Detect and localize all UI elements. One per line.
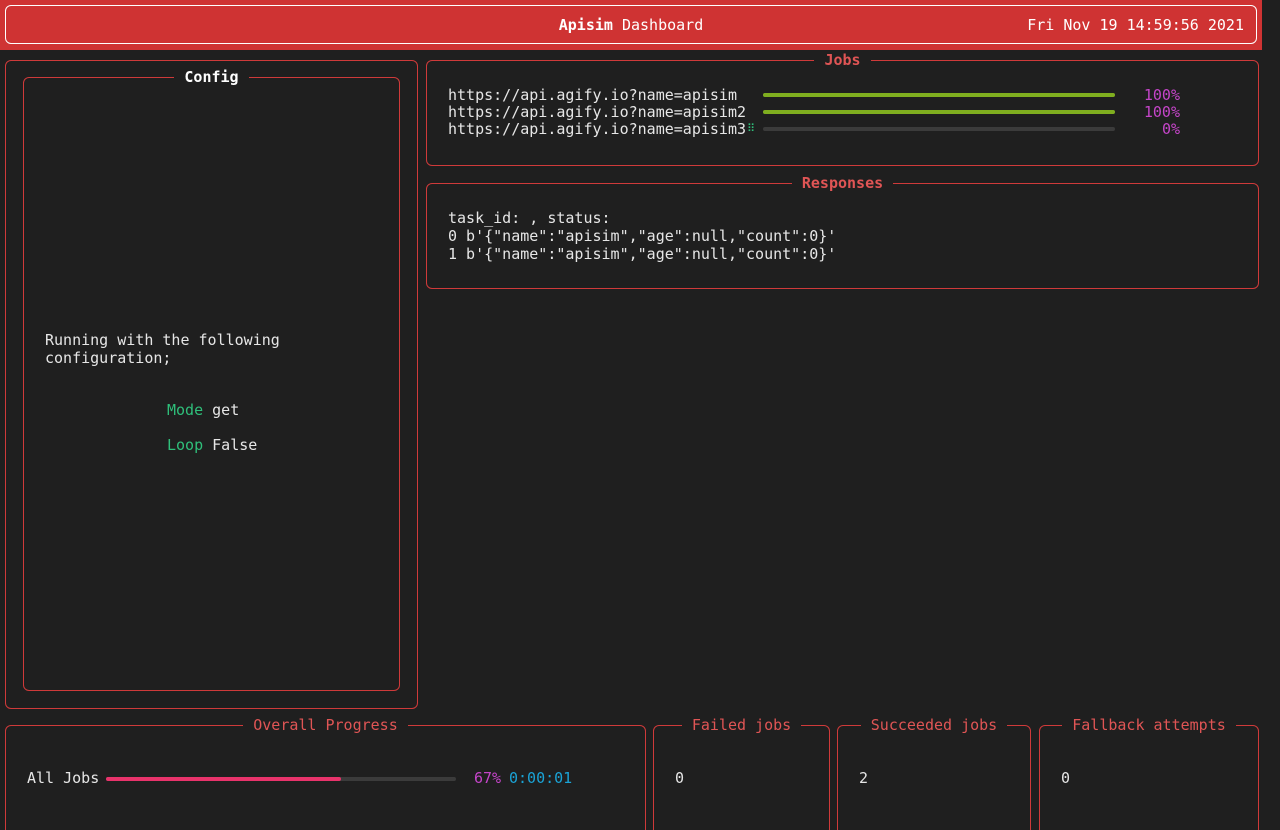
overall-elapsed-time: 0:00:01 — [509, 769, 573, 787]
job-progress-fill — [763, 110, 1115, 114]
overall-label: All Jobs — [27, 769, 100, 787]
config-mode-key: Mode — [167, 401, 204, 419]
config-outer-panel: Config Running with the following config… — [5, 60, 418, 709]
config-title: Config — [24, 67, 399, 87]
job-percent: 100% — [1143, 103, 1180, 121]
jobs-panel: Jobs https://api.agify.io?name=apisim 10… — [426, 51, 1259, 166]
job-spinner-icon: ⠿ — [747, 122, 756, 135]
config-mode-value: get — [212, 401, 240, 419]
app-title-bold: Apisim — [558, 16, 613, 34]
apisim-dashboard: Apisim Dashboard Fri Nov 19 14:59:56 202… — [0, 0, 1280, 830]
app-title-rest: Dashboard — [612, 16, 704, 34]
job-url: https://api.agify.io?name=apisim3 — [448, 120, 747, 138]
response-line: 0 b'{"name":"apisim","age":null,"count":… — [448, 227, 837, 245]
header-clock: Fri Nov 19 14:59:56 2021 — [1027, 16, 1244, 34]
job-url: https://api.agify.io?name=apisim — [448, 86, 737, 104]
overall-progress-panel: Overall Progress All Jobs 67% 0:00:01 — [5, 716, 646, 830]
failed-jobs-panel: Failed jobs 0 — [653, 716, 830, 830]
header-frame: Apisim Dashboard Fri Nov 19 14:59:56 202… — [5, 5, 1257, 44]
overall-percent: 67% — [474, 769, 502, 787]
config-description-line2: configuration; — [45, 349, 172, 367]
fallback-attempts-title: Fallback attempts — [1040, 715, 1258, 735]
job-percent: 100% — [1143, 86, 1180, 104]
config-description: Running with the following configuration… — [45, 331, 280, 367]
overall-progress-bar — [106, 777, 456, 781]
overall-progress-title: Overall Progress — [6, 715, 645, 735]
overall-progress-fill — [106, 777, 341, 781]
job-percent: 0% — [1161, 120, 1180, 138]
config-loop-value: False — [212, 436, 258, 454]
config-loop-row: Loop False — [167, 436, 257, 454]
succeeded-jobs-count: 2 — [859, 769, 869, 787]
header-bar: Apisim Dashboard Fri Nov 19 14:59:56 202… — [0, 0, 1262, 50]
response-line: 1 b'{"name":"apisim","age":null,"count":… — [448, 245, 837, 263]
job-progress-bar — [763, 93, 1115, 97]
fallback-attempts-count: 0 — [1061, 769, 1071, 787]
job-url: https://api.agify.io?name=apisim2 — [448, 103, 747, 121]
job-progress-fill — [763, 93, 1115, 97]
succeeded-jobs-panel: Succeeded jobs 2 — [837, 716, 1031, 830]
config-description-line1: Running with the following — [45, 331, 280, 349]
responses-title: Responses — [427, 173, 1258, 193]
fallback-attempts-panel: Fallback attempts 0 — [1039, 716, 1259, 830]
config-mode-row: Mode get — [167, 401, 239, 419]
job-progress-bar — [763, 110, 1115, 114]
config-loop-key: Loop — [167, 436, 204, 454]
jobs-title: Jobs — [427, 50, 1258, 70]
failed-jobs-title: Failed jobs — [654, 715, 829, 735]
responses-panel: Responses task_id: , status: 0 b'{"name"… — [426, 174, 1259, 289]
config-panel: Config Running with the following config… — [23, 68, 400, 691]
succeeded-jobs-title: Succeeded jobs — [838, 715, 1030, 735]
job-progress-bar — [763, 127, 1115, 131]
failed-jobs-count: 0 — [675, 769, 685, 787]
response-line: task_id: , status: — [448, 209, 611, 227]
